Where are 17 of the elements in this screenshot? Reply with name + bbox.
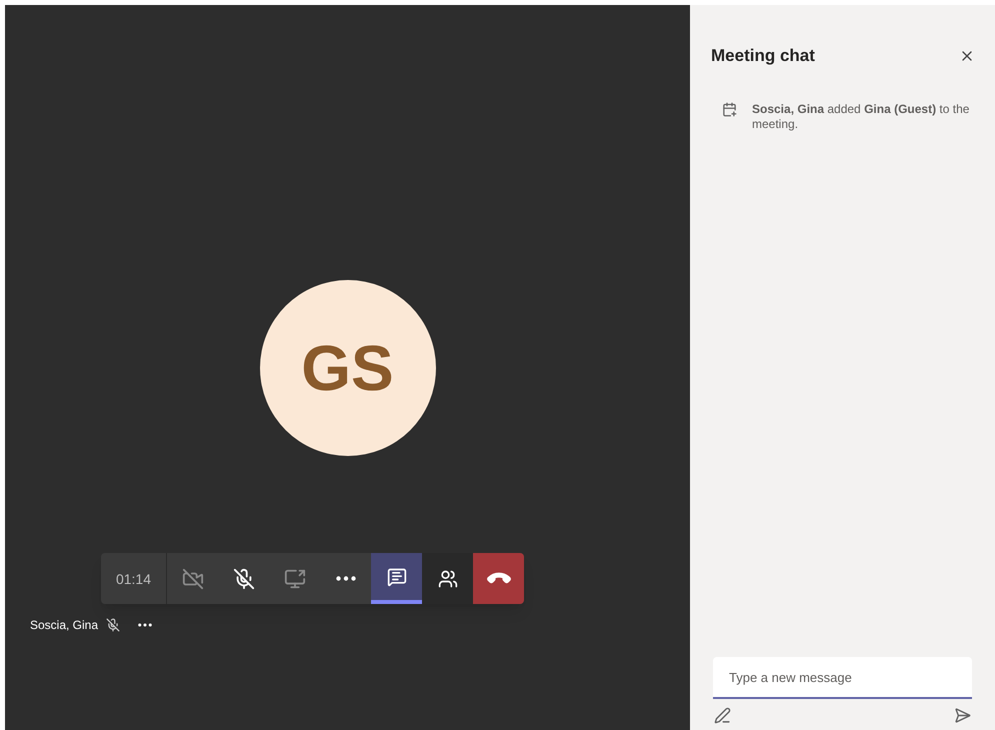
- chat-button[interactable]: [371, 553, 422, 604]
- chat-icon: [386, 566, 406, 586]
- avatar: GS: [260, 280, 436, 456]
- share-screen-icon: [284, 568, 306, 590]
- format-icon[interactable]: [714, 707, 731, 724]
- calendar-icon: [722, 102, 737, 116]
- message-field[interactable]: Type a new message: [713, 657, 972, 699]
- people-icon: [438, 568, 458, 588]
- send-icon[interactable]: [954, 707, 971, 724]
- system-message: Soscia, Gina added Gina (Guest) to the meeting.: [752, 102, 970, 132]
- chat-title: Meeting chat: [711, 45, 815, 67]
- camera-off-icon: [182, 568, 204, 590]
- mic-off-icon: [232, 568, 254, 590]
- people-button[interactable]: [422, 553, 473, 604]
- hangup-button[interactable]: [473, 553, 524, 604]
- more-icon: [336, 576, 356, 581]
- participant-name: Soscia, Gina: [30, 617, 98, 634]
